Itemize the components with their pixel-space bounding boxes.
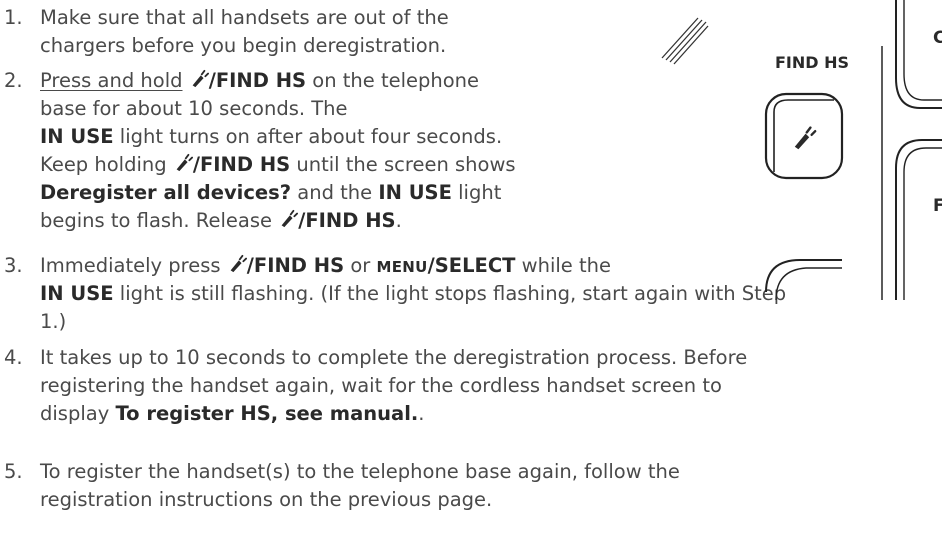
step-text: . — [395, 209, 402, 232]
step-text: and the — [291, 181, 379, 204]
find-hs-label: /FIND HS — [208, 69, 307, 92]
step-text: . — [418, 402, 425, 425]
register-message: To register HS, see manual. — [115, 402, 419, 425]
step-text: or — [344, 254, 377, 277]
deregister-prompt: Deregister all devices? — [40, 181, 292, 204]
step-text: on the telephone — [306, 69, 480, 92]
in-use-label: IN USE — [40, 282, 114, 305]
step-text: display — [40, 402, 116, 425]
step-number: 5. — [4, 460, 23, 483]
find-hs-button-label: FIND HS — [775, 53, 850, 72]
step-text: until the screen shows — [290, 153, 516, 176]
handset-icon — [191, 69, 209, 89]
step-text: light turns on after about four seconds. — [113, 125, 503, 148]
in-use-label: IN USE — [40, 125, 114, 148]
step-text: registering the handset again, wait for … — [40, 374, 722, 397]
step-number: 2. — [4, 69, 23, 92]
step-text: light — [451, 181, 502, 204]
step-text: It takes up to 10 seconds to complete th… — [40, 346, 748, 369]
step-text: registration instructions on the previou… — [40, 488, 493, 511]
partial-button-letter: F — [933, 196, 942, 216]
handset-icon — [175, 153, 193, 173]
step-text: begins to flash. Release — [40, 209, 279, 232]
edge-hatch — [661, 17, 709, 65]
press-and-hold-text: Press and hold — [40, 69, 183, 92]
partial-button-letter: C — [933, 28, 942, 48]
select-label: /SELECT — [427, 254, 516, 277]
step-text: 1.) — [40, 310, 67, 333]
step-text: while the — [515, 254, 611, 277]
step-text: Make sure that all handsets are out of t… — [40, 6, 449, 29]
in-use-label: IN USE — [378, 181, 452, 204]
menu-label: MENU — [376, 258, 428, 276]
step-text: To register the handset(s) to the teleph… — [40, 460, 680, 483]
handset-icon — [280, 209, 299, 229]
find-hs-label: /FIND HS — [298, 209, 396, 232]
find-hs-label: /FIND HS — [192, 153, 291, 176]
telephone-base-illustration — [661, 0, 942, 301]
step-number: 3. — [4, 254, 23, 277]
step-text: Keep holding — [40, 153, 173, 176]
step-text: Immediately press — [40, 254, 227, 277]
step-text: chargers before you begin deregistration… — [40, 34, 447, 57]
step-number: 1. — [4, 6, 23, 29]
handset-icon — [229, 254, 247, 274]
step-text: base for about 10 seconds. The — [40, 97, 348, 120]
base-button-diagram: FIND HS C F — [650, 0, 942, 301]
step-number: 4. — [4, 346, 23, 369]
find-hs-label: /FIND HS — [246, 254, 345, 277]
